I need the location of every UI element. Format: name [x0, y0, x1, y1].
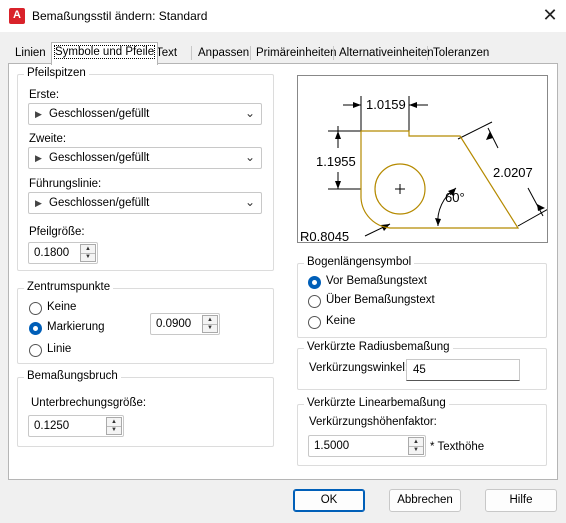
jog-height-label: Verkürzungshöhenfaktor: — [309, 416, 437, 428]
second-arrow-select[interactable]: ▶ Geschlossen/gefüllt ⌄ — [28, 147, 262, 169]
break-size-value: 0.1250 — [34, 420, 70, 432]
tab-divider — [427, 46, 428, 60]
radio-dot[interactable] — [29, 302, 42, 315]
radio-label: Über Bemaßungstext — [326, 294, 435, 306]
break-size-label: Unterbrechungsgröße: — [31, 397, 147, 409]
arrow-size-spinner[interactable]: 0.1800 ▲ ▼ — [28, 242, 98, 264]
first-arrow-select[interactable]: ▶ Geschlossen/gefüllt ⌄ — [28, 103, 262, 125]
center-marks-legend: Zentrumspunkte — [24, 281, 114, 293]
tab-alternate-units[interactable]: Alternativeinheiten — [336, 44, 437, 64]
spin-down-icon[interactable]: ▼ — [203, 324, 217, 333]
radio-label: Keine — [326, 315, 356, 327]
arc-length-legend: Bogenlängensymbol — [304, 256, 415, 268]
leader-arrow-value: Geschlossen/gefüllt — [49, 197, 150, 209]
dimension-preview: 1.0159 1.1955 2.0207 60° R0.8045 — [297, 75, 551, 244]
autocad-icon: A — [9, 8, 25, 24]
preview-dim-top: 1.0159 — [366, 97, 406, 112]
tab-primary-units[interactable]: Primäreinheiten — [253, 44, 340, 64]
arrowheads-legend: Pfeilspitzen — [24, 67, 89, 79]
arrow-size-value: 0.1800 — [34, 247, 70, 259]
radio-dot[interactable] — [308, 276, 321, 289]
radio-label: Markierung — [47, 321, 105, 333]
radio-dot[interactable] — [308, 316, 321, 329]
cancel-button[interactable]: Abbrechen — [389, 489, 461, 512]
arrowhead-icon: ▶ — [35, 109, 42, 119]
spin-down-icon[interactable]: ▼ — [409, 446, 423, 455]
preview-dim-right: 2.0207 — [493, 165, 533, 180]
help-button[interactable]: Hilfe — [485, 489, 557, 512]
spinner-buttons[interactable]: ▲ ▼ — [106, 417, 122, 435]
break-size-spinner[interactable]: 0.1250 ▲ ▼ — [28, 415, 124, 437]
arrowhead-icon: ▶ — [35, 153, 42, 163]
tab-tolerances[interactable]: Toleranzen — [430, 44, 492, 64]
jog-height-value: 1.5000 — [314, 440, 350, 452]
preview-angle: 60° — [445, 190, 465, 205]
linear-jog-legend: Verkürzte Linearbemaßung — [304, 397, 449, 409]
jog-angle-value: 45 — [413, 364, 426, 376]
tab-symbols-arrows[interactable]: Symbole und Pfeile — [51, 42, 159, 65]
arrowhead-icon: ▶ — [35, 198, 42, 208]
radius-jog-legend: Verkürzte Radiusbemaßung — [304, 341, 453, 353]
jog-height-spinner[interactable]: 1.5000 ▲ ▼ — [308, 435, 426, 457]
first-arrow-value: Geschlossen/gefüllt — [49, 108, 150, 120]
ok-button[interactable]: OK — [293, 489, 365, 512]
tab-divider — [250, 46, 251, 60]
center-mark-size-value: 0.0900 — [156, 318, 192, 330]
tab-label: Symbole und Pfeile — [53, 45, 156, 59]
tab-lines[interactable]: Linien — [12, 44, 49, 64]
spinner-buttons[interactable]: ▲ ▼ — [408, 437, 424, 455]
tab-divider — [191, 46, 192, 60]
jog-angle-label: Verkürzungswinkel: — [309, 362, 409, 374]
text-height-suffix: * Texthöhe — [430, 441, 485, 453]
radio-dot[interactable] — [29, 322, 42, 335]
preview-dim-left: 1.1955 — [316, 154, 356, 169]
tab-strip: Linien Symbole und Pfeile Text Anpassen … — [8, 42, 558, 65]
first-arrow-label: Erste: — [29, 89, 60, 101]
preview-radius: R0.8045 — [300, 229, 349, 242]
arrow-size-label: Pfeilgröße: — [29, 226, 85, 238]
close-icon[interactable]: ✕ — [540, 5, 560, 25]
spin-down-icon[interactable]: ▼ — [107, 426, 121, 435]
tab-divider — [333, 46, 334, 60]
dimension-break-legend: Bemaßungsbruch — [24, 370, 121, 382]
leader-arrow-select[interactable]: ▶ Geschlossen/gefüllt ⌄ — [28, 192, 262, 214]
chevron-down-icon: ⌄ — [244, 106, 255, 120]
center-mark-size-spinner[interactable]: 0.0900 ▲ ▼ — [150, 313, 220, 335]
spinner-buttons[interactable]: ▲ ▼ — [202, 315, 218, 333]
tab-fit[interactable]: Anpassen — [195, 44, 252, 64]
radio-dot[interactable] — [29, 344, 42, 357]
leader-arrow-label: Führungslinie: — [29, 178, 102, 190]
jog-angle-input[interactable]: 45 — [406, 359, 520, 381]
second-arrow-value: Geschlossen/gefüllt — [49, 152, 150, 164]
radio-label: Linie — [47, 343, 72, 355]
chevron-down-icon: ⌄ — [244, 150, 255, 164]
chevron-down-icon: ⌄ — [244, 195, 255, 209]
second-arrow-label: Zweite: — [29, 133, 67, 145]
radio-label: Keine — [47, 301, 77, 313]
preview-drawing: 1.0159 1.1955 2.0207 60° R0.8045 — [300, 96, 551, 244]
window-title: Bemaßungsstil ändern: Standard — [32, 9, 208, 23]
radio-label: Vor Bemaßungstext — [326, 275, 427, 287]
radio-dot[interactable] — [308, 295, 321, 308]
spinner-buttons[interactable]: ▲ ▼ — [80, 244, 96, 262]
spin-down-icon[interactable]: ▼ — [81, 253, 95, 262]
